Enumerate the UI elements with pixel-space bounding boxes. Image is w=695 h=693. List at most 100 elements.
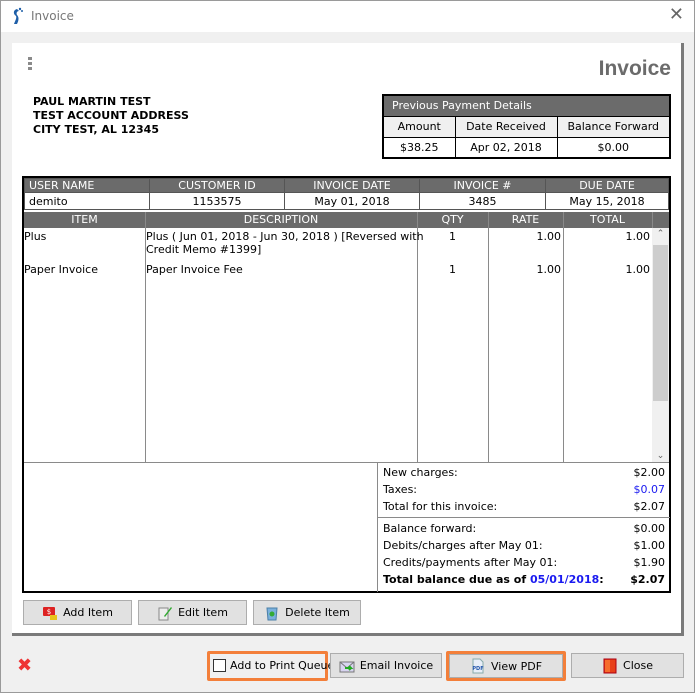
money-icon: $: [43, 606, 58, 620]
item-rate: 1.00: [536, 263, 562, 276]
label: Total for this invoice:: [383, 500, 498, 513]
total-due-row: Total balance due as of 05/01/2018: $2.0…: [383, 573, 665, 589]
item-description: Paper Invoice Fee: [146, 263, 243, 276]
invoice-date: May 01, 2018: [284, 192, 420, 210]
print-queue-label[interactable]: Add to Print Queue: [230, 659, 334, 672]
scroll-down-icon[interactable]: ⌄: [652, 451, 669, 461]
credits-row: Credits/payments after May 01: $1.90: [383, 556, 665, 572]
column-header: TOTAL: [590, 213, 625, 226]
item-rate: 1.00: [536, 230, 562, 243]
line-items-table: ITEM DESCRIPTION QTY RATE TOTAL Plus Plu…: [24, 212, 669, 462]
invoice-details-box: USER NAME CUSTOMER ID INVOICE DATE INVOI…: [22, 176, 671, 593]
column-header: DUE DATE: [545, 178, 669, 193]
more-options-icon[interactable]: [28, 57, 32, 72]
item-qty: 1: [449, 263, 456, 276]
previous-payment-title: Previous Payment Details: [382, 94, 671, 117]
item-name: Paper Invoice: [24, 263, 98, 276]
edit-pencil-icon: [158, 606, 173, 620]
total-due-label: Total balance due as of 05/01/2018:: [383, 573, 604, 586]
column-header: Amount: [382, 115, 456, 138]
item-qty: 1: [449, 230, 456, 243]
address-line: TEST ACCOUNT ADDRESS: [33, 109, 189, 122]
label: Add Item: [63, 606, 113, 619]
debits-value: $1.00: [633, 539, 666, 552]
email-invoice-button[interactable]: Email Invoice: [330, 653, 442, 678]
edit-item-button[interactable]: Edit Item: [138, 600, 247, 625]
balance-forward-row: Balance forward: $0.00: [383, 522, 665, 538]
column-divider: [417, 212, 418, 462]
close-square-icon: [603, 658, 617, 673]
column-header: Date Received: [454, 115, 558, 138]
balance-forward-value: $0.00: [633, 522, 666, 535]
item-total: 1.00: [625, 263, 651, 276]
totals-panel: New charges: $2.00 Taxes: $0.07 Total fo…: [377, 463, 670, 592]
app-logo-icon: [13, 7, 23, 24]
invoice-number: 3485: [419, 192, 546, 210]
label: View PDF: [490, 659, 543, 673]
label: Balance forward:: [383, 522, 477, 535]
previous-payment-table: Previous Payment Details Amount Date Rec…: [382, 94, 671, 159]
print-queue-checkbox[interactable]: [213, 659, 226, 672]
credits-value: $1.90: [633, 556, 666, 569]
scrollbar-thumb[interactable]: [653, 245, 668, 401]
line-items-header: ITEM DESCRIPTION QTY RATE TOTAL: [24, 212, 669, 228]
column-divider: [563, 212, 564, 462]
svg-text:PDF: PDF: [472, 666, 483, 672]
column-header: USER NAME: [24, 178, 150, 193]
taxes-row: Taxes: $0.07: [383, 483, 665, 499]
column-header: INVOICE DATE: [284, 178, 420, 193]
label: Credits/payments after May 01:: [383, 556, 558, 569]
total-due-value: $2.07: [630, 573, 665, 586]
due-date: May 15, 2018: [545, 192, 669, 210]
taxes-value[interactable]: $0.07: [634, 483, 666, 496]
total-due-date: 05/01/2018: [529, 573, 600, 586]
add-item-button[interactable]: $ Add Item: [23, 600, 132, 625]
invoice-total-row: Total for this invoice: $2.07: [383, 500, 665, 516]
column-header: RATE: [511, 213, 540, 226]
debits-row: Debits/charges after May 01: $1.00: [383, 539, 665, 555]
billing-address: PAUL MARTIN TEST TEST ACCOUNT ADDRESS CI…: [33, 95, 189, 137]
item-total: 1.00: [625, 230, 651, 243]
column-header: ITEM: [71, 213, 98, 226]
label: Edit Item: [178, 606, 228, 619]
address-line: CITY TEST, AL 12345: [33, 123, 159, 136]
invoice-meta-table: USER NAME CUSTOMER ID INVOICE DATE INVOI…: [24, 178, 669, 210]
column-header: QTY: [441, 213, 464, 226]
item-description-cont: Credit Memo #1399]: [146, 243, 262, 256]
view-pdf-button[interactable]: PDF View PDF: [449, 654, 563, 678]
divider: [378, 517, 670, 518]
scroll-up-icon[interactable]: ⌃: [652, 229, 669, 239]
pdf-file-icon: PDF: [472, 658, 484, 674]
invoice-total-value: $2.07: [633, 500, 666, 513]
item-name: Plus: [24, 230, 47, 243]
title-bar: Invoice ✕: [1, 1, 694, 32]
column-divider: [488, 212, 489, 462]
column-header: INVOICE #: [419, 178, 546, 193]
invoice-window: Invoice ✕ Invoice PAUL MARTIN TEST TEST …: [0, 0, 695, 693]
close-button[interactable]: Close: [571, 653, 684, 678]
cancel-x-icon[interactable]: ✖: [17, 655, 32, 676]
email-icon: [339, 661, 355, 672]
column-header: Balance Forward: [556, 115, 671, 138]
balance-forward: $0.00: [556, 136, 671, 159]
item-description: Plus ( Jun 01, 2018 - Jun 30, 2018 ) [Re…: [146, 230, 424, 243]
svg-text:$: $: [47, 608, 51, 616]
invoice-panel: Invoice PAUL MARTIN TEST TEST ACCOUNT AD…: [12, 43, 684, 636]
label: Email Invoice: [359, 659, 434, 672]
delete-item-button[interactable]: Delete Item: [253, 600, 361, 625]
new-charges-row: New charges: $2.00: [383, 466, 665, 482]
label: Taxes:: [383, 483, 418, 496]
window-close-icon[interactable]: ✕: [669, 6, 684, 24]
items-scrollbar[interactable]: ⌃ ⌄: [652, 228, 669, 462]
label: Debits/charges after May 01:: [383, 539, 543, 552]
label: Close: [623, 659, 653, 672]
label: New charges:: [383, 466, 458, 479]
label: :: [599, 573, 604, 586]
label: Delete Item: [285, 606, 350, 619]
invoice-heading: Invoice: [598, 57, 671, 80]
column-header: DESCRIPTION: [243, 213, 319, 226]
label: Total balance due as of: [383, 573, 530, 586]
window-title: Invoice: [31, 9, 74, 23]
invoice-summary: New charges: $2.00 Taxes: $0.07 Total fo…: [24, 462, 670, 592]
address-line: PAUL MARTIN TEST: [33, 95, 151, 108]
